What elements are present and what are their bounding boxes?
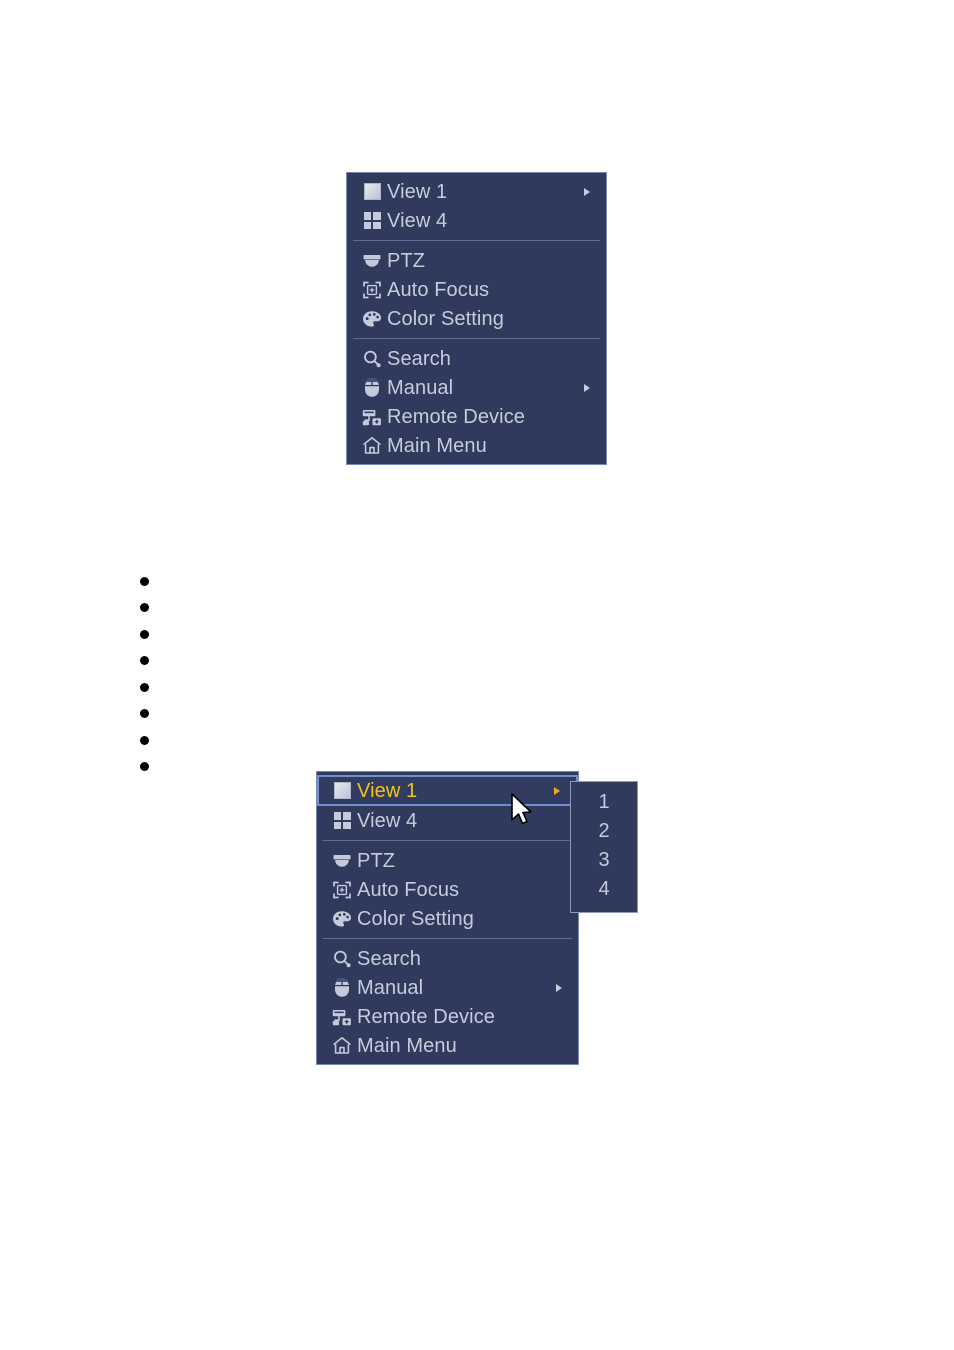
- auto-focus-icon: [327, 879, 357, 901]
- bullet-icon: [140, 682, 149, 692]
- menu-item-label: View 4: [357, 809, 418, 832]
- list-item: [140, 727, 149, 754]
- ptz-dome-camera-icon: [357, 250, 387, 272]
- menu-item-search[interactable]: Search: [317, 944, 578, 973]
- menu-item-label: Main Menu: [387, 434, 487, 457]
- menu-item-label: Auto Focus: [357, 878, 460, 901]
- menu-item-label: Manual: [387, 376, 454, 399]
- view-1-icon: [327, 780, 357, 802]
- bullet-icon: [140, 735, 149, 745]
- right-click-context-menu[interactable]: View 1 View 4 PTZ Auto Focus Color Setting Se…: [346, 172, 607, 465]
- remote-device-add-icon: [357, 406, 387, 428]
- list-item: [140, 568, 149, 595]
- list-item: [140, 701, 149, 728]
- list-item: [140, 595, 149, 622]
- channel-option-1[interactable]: 1: [571, 788, 637, 817]
- menu-item-manual[interactable]: Manual: [317, 973, 578, 1002]
- menu-item-view-4[interactable]: View 4: [317, 806, 578, 835]
- channel-option-4[interactable]: 4: [571, 875, 637, 904]
- empty-bullet-list: [140, 568, 149, 780]
- channel-option-3[interactable]: 3: [571, 846, 637, 875]
- menu-item-label: Color Setting: [387, 307, 504, 330]
- menu-item-main-menu[interactable]: Main Menu: [347, 431, 606, 460]
- right-click-context-menu-with-submenu-open[interactable]: View 1 View 4 PTZ Auto Focus Color Setting Se…: [316, 771, 579, 1065]
- menu-item-label: Remote Device: [387, 405, 526, 428]
- home-house-icon: [357, 435, 387, 457]
- menu-item-auto-focus[interactable]: Auto Focus: [347, 275, 606, 304]
- menu-item-label: Search: [357, 947, 421, 970]
- menu-item-main-menu[interactable]: Main Menu: [317, 1031, 578, 1060]
- menu-item-label: Main Menu: [357, 1034, 457, 1057]
- mouse-icon: [327, 977, 357, 999]
- menu-item-view-1[interactable]: View 1: [347, 177, 606, 206]
- menu-item-manual[interactable]: Manual: [347, 373, 606, 402]
- bullet-icon: [140, 629, 149, 639]
- menu-item-label: PTZ: [357, 849, 396, 872]
- menu-item-remote-device[interactable]: Remote Device: [317, 1002, 578, 1031]
- list-item: [140, 754, 149, 781]
- menu-item-color-setting[interactable]: Color Setting: [317, 904, 578, 933]
- menu-item-view-4[interactable]: View 4: [347, 206, 606, 235]
- menu-item-auto-focus[interactable]: Auto Focus: [317, 875, 578, 904]
- menu-item-label: Auto Focus: [387, 278, 490, 301]
- ptz-dome-camera-icon: [327, 850, 357, 872]
- menu-separator: [323, 938, 572, 939]
- menu-item-label: Color Setting: [357, 907, 474, 930]
- bullet-icon: [140, 709, 149, 719]
- submenu-arrow-icon: [584, 383, 590, 392]
- menu-item-ptz[interactable]: PTZ: [317, 846, 578, 875]
- view-1-channel-submenu[interactable]: 1234: [570, 781, 638, 913]
- view-4-icon: [357, 210, 387, 232]
- menu-separator: [323, 840, 572, 841]
- home-house-icon: [327, 1035, 357, 1057]
- menu-item-ptz[interactable]: PTZ: [347, 246, 606, 275]
- menu-item-color-setting[interactable]: Color Setting: [347, 304, 606, 333]
- menu-item-label: Remote Device: [357, 1005, 496, 1028]
- menu-item-remote-device[interactable]: Remote Device: [347, 402, 606, 431]
- menu-item-label: Search: [387, 347, 451, 370]
- color-palette-icon: [357, 308, 387, 330]
- menu-item-search[interactable]: Search: [347, 344, 606, 373]
- mouse-icon: [357, 377, 387, 399]
- bullet-icon: [140, 762, 149, 772]
- view-4-icon: [327, 810, 357, 832]
- color-palette-icon: [327, 908, 357, 930]
- submenu-arrow-icon: [554, 786, 560, 795]
- list-item: [140, 648, 149, 675]
- bullet-icon: [140, 576, 149, 586]
- auto-focus-icon: [357, 279, 387, 301]
- menu-item-label: Manual: [357, 976, 424, 999]
- menu-item-label: View 1: [357, 779, 418, 802]
- menu-separator: [353, 338, 600, 339]
- view-1-icon: [357, 181, 387, 203]
- menu-item-label: View 4: [387, 209, 448, 232]
- search-magnifier-icon: [327, 948, 357, 970]
- menu-separator: [353, 240, 600, 241]
- menu-item-label: PTZ: [387, 249, 426, 272]
- remote-device-add-icon: [327, 1006, 357, 1028]
- submenu-arrow-icon: [584, 187, 590, 196]
- bullet-icon: [140, 603, 149, 613]
- list-item: [140, 621, 149, 648]
- channel-option-2[interactable]: 2: [571, 817, 637, 846]
- list-item: [140, 674, 149, 701]
- menu-item-view-1[interactable]: View 1: [317, 775, 578, 806]
- menu-item-label: View 1: [387, 180, 448, 203]
- search-magnifier-icon: [357, 348, 387, 370]
- submenu-arrow-icon: [556, 983, 562, 992]
- bullet-icon: [140, 656, 149, 666]
